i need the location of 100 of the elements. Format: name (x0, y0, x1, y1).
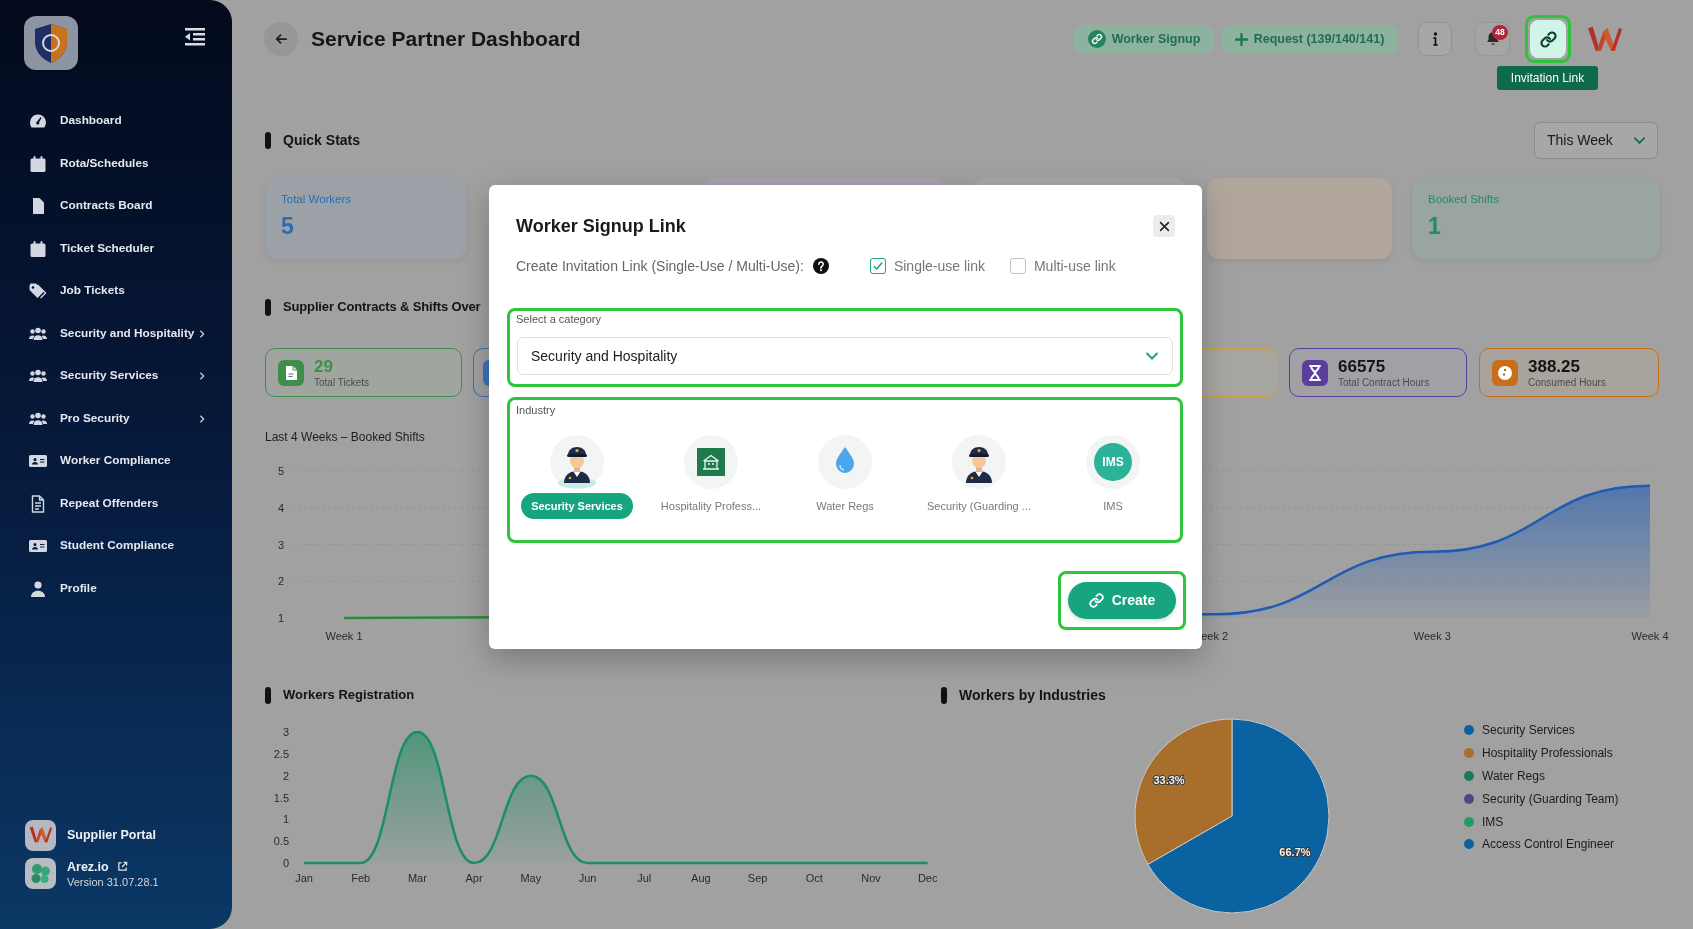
axis-label: 2.5 (273, 747, 289, 760)
hourglass-icon (1302, 359, 1328, 386)
sidebar-item[interactable]: Job Tickets (0, 270, 232, 313)
industry-option[interactable]: Hospitality Profess... (650, 493, 772, 519)
axis-label: Week 1 (325, 630, 363, 642)
chevron-down-icon (1633, 134, 1646, 147)
axis-label: 0.5 (273, 835, 289, 848)
link-icon (1088, 593, 1104, 608)
sidebar-item[interactable]: Student Compliance (0, 525, 232, 568)
back-button[interactable] (264, 22, 298, 56)
checkbox[interactable] (869, 258, 886, 274)
sidebar-item[interactable]: Worker Compliance (0, 440, 232, 483)
axis-label: 5 (277, 465, 285, 477)
axis-label: 2 (277, 575, 285, 588)
tooltip: Invitation Link (1497, 66, 1598, 90)
notification-badge: 48 (1492, 25, 1508, 40)
sidebar-item[interactable]: Security Services (0, 355, 232, 398)
timer-icon (1492, 359, 1518, 386)
axis-label: Jun (578, 872, 597, 884)
pie-label: 33.3% (1153, 773, 1185, 786)
arrow-left-icon (274, 32, 288, 46)
checkbox-label[interactable]: Single-use link (893, 255, 985, 277)
portal-link[interactable]: Supplier Portal (67, 825, 156, 845)
document-icon (278, 359, 304, 386)
axis-label: 2 (282, 769, 289, 782)
axis-label: Nov (861, 872, 881, 884)
axis-label: Dec (917, 872, 938, 884)
guard-icon[interactable] (550, 435, 604, 489)
axis-label: 0 (282, 857, 289, 869)
sidebar-item[interactable]: Contracts Board (0, 185, 232, 228)
stat-value: 388.25 (1528, 356, 1581, 377)
sidebar-item[interactable]: Repeat Offenders (0, 482, 232, 525)
info-icon (1432, 32, 1438, 46)
axis-label: eek 2 (1201, 630, 1229, 642)
stat-label: Consumed Hours (1528, 376, 1606, 389)
building-icon[interactable] (684, 435, 738, 489)
link-icon (1539, 30, 1557, 48)
axis-label: 3 (282, 726, 289, 738)
axis-label: Week 3 (1413, 630, 1451, 642)
axis-label: 1 (282, 813, 289, 826)
stat-label: Total Tickets (314, 376, 370, 389)
axis-label: 1.5 (273, 791, 289, 804)
notifications-button[interactable]: 48 (1475, 22, 1510, 56)
period-dropdown[interactable]: This Week (1534, 122, 1658, 159)
axis-label: 4 (277, 501, 285, 514)
stat-label: Booked Shifts (1428, 192, 1500, 206)
legend-label: Water Regs (1482, 768, 1545, 785)
sidebar-item[interactable]: Dashboard (0, 100, 232, 143)
calendar-icon (28, 153, 48, 174)
axis-label: Week 4 (1631, 630, 1669, 642)
external-link-icon[interactable] (116, 861, 128, 872)
legend-label: Security (Guarding Team) (1482, 790, 1619, 808)
axis-label: Oct (805, 872, 823, 884)
chart-title: Last 4 Weeks – Booked Shifts (265, 429, 426, 444)
sidebar-item[interactable]: Profile (0, 567, 232, 610)
stat-value: 29 (314, 356, 334, 377)
sidebar-item[interactable]: Rota/Schedules (0, 142, 232, 185)
category-select[interactable]: Security and Hospitality (517, 337, 1173, 375)
app-logo (25, 858, 56, 889)
axis-label: 1 (277, 612, 285, 624)
user-icon (28, 578, 48, 599)
menu-collapse-icon[interactable] (185, 28, 205, 46)
crest-logo (24, 16, 78, 70)
axis-label: May (520, 872, 542, 884)
legend-label: Access Control Engineer (1482, 836, 1615, 854)
app-link[interactable]: Arez.io (67, 858, 109, 875)
help-icon[interactable] (812, 258, 829, 274)
brand-logo (1587, 24, 1623, 54)
link-icon (1087, 30, 1106, 48)
industry-option[interactable]: Security (Guarding ... (917, 493, 1041, 519)
calendar-icon (28, 238, 48, 259)
guard-icon[interactable] (952, 435, 1006, 489)
axis-label: Sep (747, 872, 768, 884)
axis-label: Jul (637, 872, 652, 884)
field-label: Industry (515, 403, 557, 417)
plus-icon (1234, 32, 1248, 46)
section-heading: Workers by Industries (959, 685, 1106, 705)
info-button[interactable] (1418, 22, 1452, 56)
field-label: Select a category (515, 312, 602, 326)
pie-label: 66.7% (1279, 846, 1311, 859)
sidebar-item[interactable]: Ticket Scheduler (0, 227, 232, 270)
checkbox-label[interactable]: Multi-use link (1033, 255, 1116, 277)
axis-label: Aug (691, 872, 711, 884)
heading-marker (941, 686, 947, 704)
close-button[interactable] (1153, 215, 1175, 237)
axis-label: Jan (295, 872, 313, 884)
axis-label: Apr (465, 872, 483, 884)
industry-option[interactable]: Water Regs (806, 493, 884, 519)
check-icon (872, 261, 883, 271)
sidebar-item[interactable]: Security and Hospitality (0, 312, 232, 355)
stat-label: Total Workers (281, 192, 353, 206)
close-icon (1158, 220, 1170, 232)
section-heading: Supplier Contracts & Shifts Over (283, 298, 481, 317)
stat-value: 1 (1428, 214, 1442, 238)
checkbox[interactable] (1009, 258, 1026, 274)
sidebar-item[interactable]: Pro Security (0, 397, 232, 440)
industry-option[interactable]: IMS (1093, 493, 1133, 519)
heading-marker (265, 686, 271, 704)
modal-title: Worker Signup Link (516, 214, 686, 238)
water-drop-icon[interactable] (818, 435, 872, 489)
